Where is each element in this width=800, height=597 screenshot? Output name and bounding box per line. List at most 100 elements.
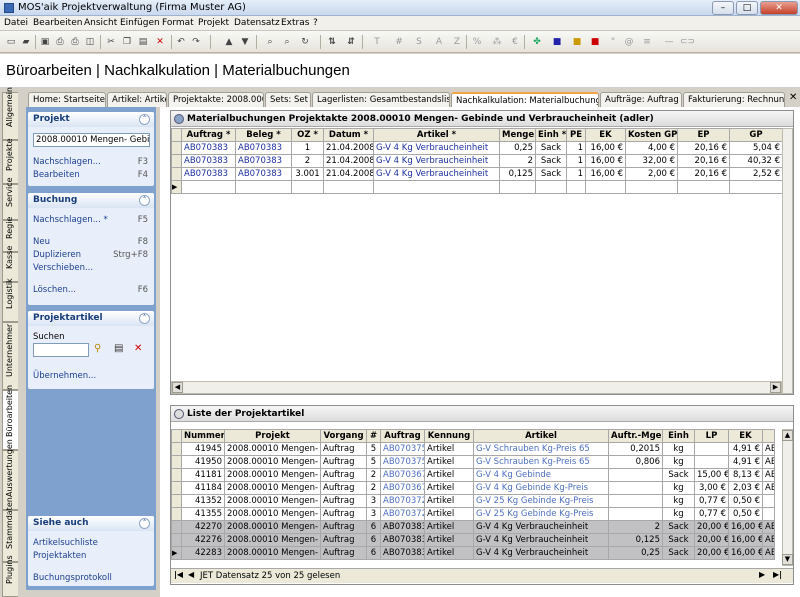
panel-projekt-header[interactable]: Projekt ˄ [28, 112, 154, 127]
cell[interactable]: Artikel [424, 533, 474, 547]
cell[interactable]: Auftrag [320, 507, 367, 521]
cell[interactable]: 0,125 [499, 167, 536, 181]
panel-siehe-auch-header[interactable]: Siehe auch ˄ [28, 516, 154, 531]
projekt-field[interactable]: 2008.00010 Mengen- Gebinde [33, 133, 150, 147]
col-header[interactable]: Beleg * [235, 128, 292, 142]
tab-nachkalkulation[interactable]: Nachkalkulation: Materialbuchungen [451, 92, 599, 108]
cell[interactable]: 20,16 € [677, 167, 730, 181]
cell[interactable]: Artikel [424, 468, 474, 482]
cell[interactable]: 41181 [181, 468, 225, 482]
cell[interactable]: 5 [366, 455, 381, 469]
cell[interactable] [762, 494, 775, 508]
cell[interactable]: 6 [366, 546, 381, 560]
menu-datei[interactable]: Datei [4, 18, 28, 28]
z-format-icon[interactable]: Z [450, 35, 464, 49]
col-header[interactable]: Auftrag [380, 429, 425, 443]
cell[interactable]: Sack [535, 141, 567, 155]
arrow-up-icon[interactable]: ▲ [222, 35, 236, 49]
cell[interactable]: Sack [662, 546, 695, 560]
cell[interactable]: kg [662, 455, 695, 469]
cell[interactable]: G-V 4 Kg Verbraucheinheit [373, 141, 500, 155]
cell[interactable]: 0,77 € [694, 494, 729, 508]
cell[interactable]: 1 [566, 154, 586, 168]
cell[interactable]: kg [662, 494, 695, 508]
cell[interactable]: G-V Schrauben Kg-Preis 65 [473, 442, 609, 456]
cell[interactable]: 2008.00010 Mengen- [224, 507, 321, 521]
cell[interactable]: Artikel [424, 507, 474, 521]
menu-einfuegen[interactable]: Einfügen [120, 18, 160, 28]
buchung-nachschlagen-link[interactable]: Nachschlagen... * [33, 215, 108, 225]
cell[interactable]: Sack [535, 167, 567, 181]
cell[interactable]: G-V 25 Kg Gebinde Kg-Preis [473, 494, 609, 508]
tab-artikel[interactable]: Artikel: Artikel [107, 92, 167, 107]
cell[interactable]: 2,52 € [729, 167, 783, 181]
cell[interactable]: 16,00 € [728, 520, 763, 534]
cell[interactable] [694, 442, 729, 456]
col-header[interactable]: Einh [662, 429, 695, 443]
cell[interactable]: 21.04.2008 [323, 154, 374, 168]
cell[interactable]: 2008.00010 Mengen- [224, 494, 321, 508]
cell[interactable]: AB [762, 546, 775, 560]
currency-icon[interactable]: € [508, 35, 522, 49]
cell[interactable]: Auftrag [320, 520, 367, 534]
a-format-icon[interactable]: A [432, 35, 446, 49]
cell[interactable]: Artikel [424, 494, 474, 508]
clear-filter-icon[interactable]: ✕ [134, 343, 148, 357]
col-header[interactable]: Kennung [424, 429, 474, 443]
col-header[interactable]: OZ * [291, 128, 324, 142]
col-header[interactable]: Menge [499, 128, 536, 142]
dash-icon[interactable]: — [662, 35, 676, 49]
cell[interactable]: AB070383 [380, 520, 425, 534]
cell[interactable]: G-V 4 Kg Gebinde [473, 468, 609, 482]
cell[interactable]: AB070383 [235, 154, 292, 168]
cell[interactable]: G-V 4 Kg Verbraucheinheit [373, 167, 500, 181]
buchung-neu-link[interactable]: Neu [33, 237, 50, 247]
cell[interactable]: 0,25 [608, 546, 663, 560]
artikelsuchliste-link[interactable]: Artikelsuchliste [33, 538, 98, 548]
lock-blue-icon[interactable]: ■ [550, 35, 564, 49]
table-row[interactable]: 41352 2008.00010 Mengen- Auftrag 3 AB070372 A… [171, 494, 775, 508]
cell[interactable]: G-V 4 Kg Gebinde Kg-Preis [473, 481, 609, 495]
cell[interactable]: G-V Schrauben Kg-Preis 65 [473, 455, 609, 469]
arrow-down-icon[interactable]: ▼ [238, 35, 252, 49]
find-icon[interactable]: ⌕ [280, 35, 294, 49]
table-row[interactable]: 41181 2008.00010 Mengen- Auftrag 2 AB070367 A… [171, 468, 775, 482]
cell[interactable]: G-V 4 Kg Verbraucheinheit [373, 154, 500, 168]
new-icon[interactable]: ▭ [4, 35, 18, 49]
cell[interactable]: 40,32 € [729, 154, 783, 168]
cell[interactable]: kg [662, 481, 695, 495]
quote-icon[interactable]: " [606, 35, 620, 49]
cut-icon[interactable]: ✂ [104, 35, 118, 49]
menu-extras[interactable]: Extras [281, 18, 309, 28]
suchen-input[interactable] [33, 343, 89, 357]
cell[interactable]: 2008.00010 Mengen- [224, 520, 321, 534]
cell[interactable]: 20,16 € [677, 154, 730, 168]
cell[interactable]: AB [762, 455, 775, 469]
cell[interactable]: AB [762, 481, 775, 495]
s-format-icon[interactable]: S [412, 35, 426, 49]
cell[interactable]: 21.04.2008 [323, 141, 374, 155]
cell[interactable]: 0,2015 [608, 442, 663, 456]
cell[interactable]: 20,00 € [694, 546, 729, 560]
cell[interactable]: AB070375 [380, 442, 425, 456]
uebernehmen-link[interactable]: Übernehmen... [33, 371, 96, 381]
table-row[interactable]: AB070383 AB070383 3.001 21.04.2008 G-V 4 Kg … [171, 167, 783, 181]
col-header[interactable]: Kosten GP [625, 128, 678, 142]
filter-icon[interactable]: ⚲ [94, 343, 108, 357]
cell[interactable]: 3,00 € [694, 481, 729, 495]
tools-icon[interactable]: ✤ [530, 35, 544, 49]
link-icon[interactable]: ⊂⊃ [680, 35, 695, 49]
cell[interactable]: 0,77 € [694, 507, 729, 521]
grid2-vscrollbar[interactable]: ▲ ▼ [782, 429, 793, 566]
new-row[interactable]: ▶ [171, 180, 783, 194]
cell[interactable]: 6 [366, 533, 381, 547]
table-row[interactable]: ▶ 42283 2008.00010 Mengen- Auftrag 6 AB070383… [171, 546, 775, 560]
cell[interactable]: 2008.00010 Mengen- [224, 533, 321, 547]
cell[interactable]: Auftrag [320, 494, 367, 508]
cell[interactable]: 2,03 € [728, 481, 763, 495]
tab-sets[interactable]: Sets: Set [265, 92, 311, 107]
lock-red-icon[interactable]: ■ [588, 35, 602, 49]
cell[interactable]: AB070383 [181, 154, 236, 168]
lock-yellow-icon[interactable]: ■ [570, 35, 584, 49]
cell[interactable]: 5,04 € [729, 141, 783, 155]
